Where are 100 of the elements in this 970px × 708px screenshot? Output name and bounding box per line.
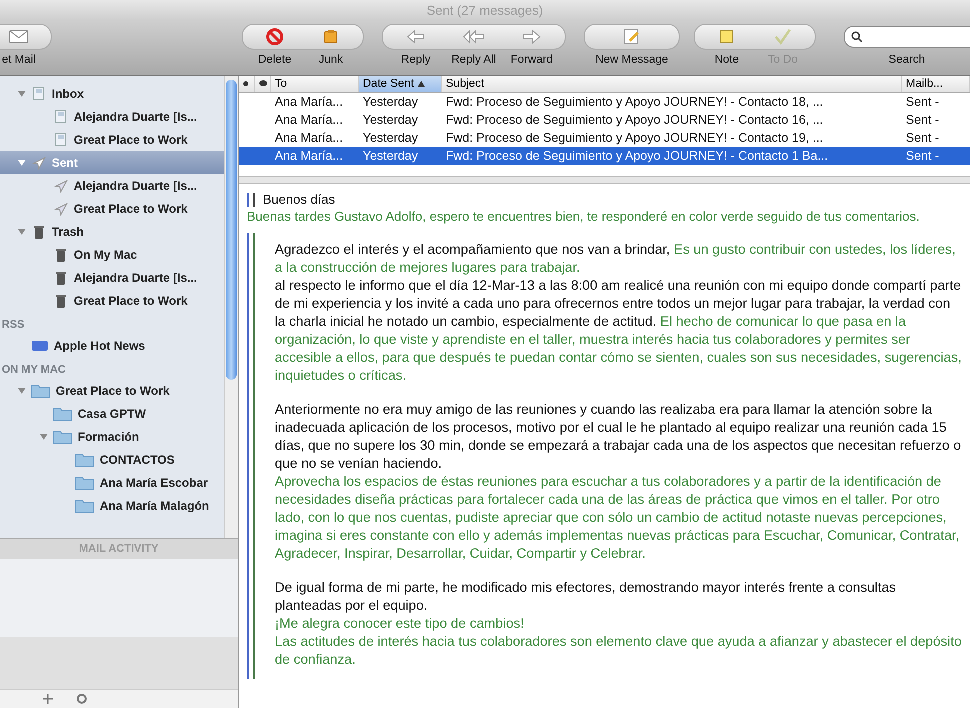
paper-plane-icon [53,200,69,216]
message-text: Buenas tardes Gustavo Adolfo, espero te encuentres bien, te responderé en color verde seguido de tus comentarios. [247,209,921,225]
pane-splitter[interactable] [239,176,970,184]
toolbar-button[interactable]: et Mail [0,54,45,66]
mailbox-label: Formación [78,430,140,444]
tray-icon [53,132,69,148]
checkmark-icon[interactable] [773,28,793,46]
dot-icon [243,81,249,87]
mailbox: Sent - [905,95,940,109]
message-row[interactable]: Ana María... Yesterday Fwd: Proceso de Seguimiento y Apoyo JOURNEY! - Contacto 16, ... Sent - [239,111,970,129]
column-header[interactable]: Mailb... [902,76,970,92]
mailbox-label: Great Place to Work [74,202,188,216]
mailbox-item[interactable]: Alejandra Duarte [Is... [0,105,224,128]
plus-icon[interactable] [42,693,54,705]
message-text: Las actitudes de interés hacia tus colaboradores son elemento clave que ayuda a afianzar y abastecer el depósito de confianza. [275,633,963,669]
greeting: Buenos días [263,192,336,207]
toolbar-button[interactable]: Reply All [447,54,501,66]
disclosure-triangle-icon[interactable] [18,228,26,236]
toolbar-button[interactable]: Delete [249,54,301,66]
note-icon[interactable] [718,28,736,46]
message-text: ¡Me alegra conocer este tipo de cambios! [275,615,526,633]
subject: Fwd: Proceso de Seguimiento y Apoyo JOURNEY! - Contacto 1 Ba... [445,149,830,163]
search-icon [851,31,863,43]
toolbar-button[interactable]: Junk [305,54,357,66]
trash-icon [31,224,47,240]
mailbox-item[interactable]: Trash [0,220,224,243]
message-row[interactable]: Ana María... Yesterday Fwd: Proceso de Seguimiento y Apoyo JOURNEY! - Contacto 19, ... Sent - [239,129,970,147]
tray-icon [31,86,47,102]
subject: Fwd: Proceso de Seguimiento y Apoyo JOURNEY! - Contacto 19, ... [445,131,824,145]
mailbox-item[interactable]: Inbox [0,82,224,105]
no-entry-icon[interactable] [266,28,284,46]
toolbar-button[interactable]: Forward [505,54,559,66]
trash-icon [53,246,69,262]
message-text: De igual forma de mi parte, he modificado mis efectores, demostrando mayor interés frente a consultas planteadas por el equipo. [275,579,898,615]
search-field[interactable] [844,26,970,48]
mailbox-item[interactable]: Apple Hot News [0,334,224,357]
tray-icon [53,108,69,124]
mailbox-item[interactable]: Alejandra Duarte [Is... [0,266,224,289]
mailbox-item[interactable]: Great Place to Work [0,197,224,220]
mailbox-label: Apple Hot News [54,338,146,352]
mailbox-item[interactable]: On My Mac [0,243,224,266]
mailbox-label: Great Place to Work [56,384,170,398]
message-text: Aprovecha los espacios de éstas reuniones para escuchar a tus colaboradores y a partir de la identificación de necesidades diseña prácticas para fortalecer cada una de las áreas de práctica que vimos en el taller. Por otro lado, con lo que nos cuentas, pudiste apreciar que con sólo un cambio de actitud notaste nuevas percepciones, imagina si eres constante con ello y además implementas nuevas prácticas para Escuchar, Comunicar, Contratar, Agradecer, Inspirar, Desarrollar, Cuidar, Compartir y Celebrar. [275,473,961,563]
column-header[interactable]: Date Sent [359,76,442,92]
mailbox-item[interactable]: Ana María Escobar [0,471,224,494]
mailbox-item[interactable]: Ana María Malagón [0,494,224,517]
junk-icon[interactable] [322,28,340,46]
search-label: Search [888,54,926,66]
date-sent: Yesterday [362,131,420,145]
mailbox-label: Sent [52,156,78,170]
trash-icon [53,270,69,286]
mailbox-label: On My Mac [74,248,138,262]
disclosure-triangle-icon[interactable] [40,432,48,440]
folder-icon [75,498,95,514]
disclosure-triangle-icon[interactable] [18,158,26,166]
section-heading: RSS [1,318,26,333]
mailbox-label: Alejandra Duarte [Is... [74,178,198,192]
disclosure-triangle-icon[interactable] [18,386,26,394]
mailbox-item[interactable]: Casa GPTW [0,402,224,425]
disclosure-triangle-icon[interactable] [18,90,26,98]
message-row[interactable]: Ana María... Yesterday Fwd: Proceso de Seguimiento y Apoyo JOURNEY! - Contacto 18, ... Sent - [239,93,970,111]
recipient: Ana María... [274,113,344,127]
folder-icon [31,382,51,398]
activity-header: MAIL ACTIVITY [0,538,238,559]
double-left-arrow-icon[interactable] [462,29,486,45]
mailbox-label: CONTACTOS [100,452,175,466]
date-sent: Yesterday [362,149,420,163]
mailbox-item[interactable]: Alejandra Duarte [Is... [0,174,224,197]
date-sent: Yesterday [362,113,420,127]
subject: Fwd: Proceso de Seguimiento y Apoyo JOURNEY! - Contacto 18, ... [445,95,824,109]
column-header[interactable]: Subject [442,76,902,92]
folder-icon [75,474,95,490]
mailbox-label: Casa GPTW [78,406,146,420]
mailbox-item[interactable]: Great Place to Work [0,128,224,151]
mailbox-item[interactable]: Great Place to Work [0,379,224,402]
recipient: Ana María... [274,131,344,145]
mailbox-item[interactable]: Formación [0,425,224,448]
envelope-icon[interactable] [8,28,30,46]
toolbar-button[interactable]: Note [701,54,753,66]
mailbox-item[interactable]: Great Place to Work [0,289,224,312]
paper-plane-icon [53,178,69,194]
mailbox-label: Great Place to Work [74,294,188,308]
folder-icon [53,406,73,422]
toolbar-button[interactable]: Reply [389,54,443,66]
message-row[interactable]: Ana María... Yesterday Fwd: Proceso de Seguimiento y Apoyo JOURNEY! - Contacto 1 Ba... Sent - [239,147,970,165]
toolbar-button[interactable]: New Message [591,54,673,66]
message-text: Anteriormente no era muy amigo de las reuniones y cuando las realizaba era para llamar la atención sobre la inadecuada aplicación de los procesos, motivo por el cual le he plantado al equipo realizar una reunión cada 15 días, que no supere los 30 min, donde se empezará a trabajar cada una de los aspectos que necesitan refuerzo o que no se venían haciendo. [275,401,962,473]
scroll-bar[interactable] [224,76,238,538]
mailbox: Sent - [905,131,940,145]
rss-icon [31,338,49,352]
mailbox-label: Trash [52,224,84,238]
pencil-paper-icon[interactable] [622,28,642,46]
recipient: Ana María... [274,149,344,163]
subject: Fwd: Proceso de Seguimiento y Apoyo JOURNEY! - Contacto 16, ... [445,113,824,127]
mailbox-item[interactable]: CONTACTOS [0,448,224,471]
left-arrow-icon[interactable] [406,29,426,45]
folder-icon [75,452,95,468]
section-heading: ON MY MAC [1,363,67,378]
trash-icon [53,292,69,308]
right-arrow-icon[interactable] [522,29,542,45]
